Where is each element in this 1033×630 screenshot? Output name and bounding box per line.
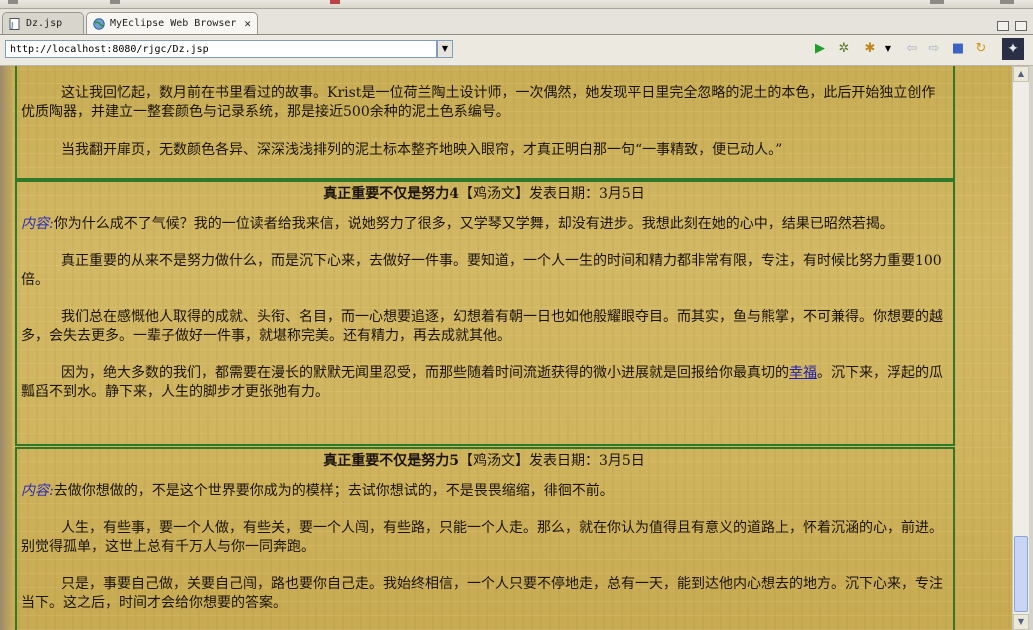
toolbar-stub <box>8 0 18 4</box>
forward-icon[interactable]: ⇨ <box>926 41 942 57</box>
server-icon[interactable]: ✱ <box>862 41 878 57</box>
scroll-down-arrow-icon[interactable]: ▼ <box>1013 614 1029 630</box>
article-title-text: 真正重要不仅是努力5 <box>323 453 459 469</box>
article-intro-text: 去做你想做的，不是这个世界要你成为的模样；去试你想试的，不是畏畏缩缩，徘徊不前。 <box>53 483 614 499</box>
editor-tab-bar: J Dz.jsp MyEclipse Web Browser ✕ <box>0 9 1033 35</box>
article-paragraph: 只是，事要自己做，关要自己闯，路也要你自己走。我始终相信，一个人只要不停地走，总… <box>21 576 943 611</box>
close-icon[interactable]: ✕ <box>244 17 251 30</box>
article-paragraph: 真正重要的从来不是努力做什么，而是沉下心来，去做好一件事。要知道，一个人一生的时… <box>21 253 942 288</box>
article-intro-text: 你为什么成不了气候？我的一位读者给我来信，说她努力了很多，又学琴又学舞，却没有进… <box>53 216 894 232</box>
run-icon[interactable]: ▶ <box>812 41 828 57</box>
article-meta: 【鸡汤文】发表日期：3月5日 <box>458 453 645 469</box>
content-label: 内容: <box>21 216 54 232</box>
window-right-edge <box>1029 66 1033 630</box>
vertical-scrollbar[interactable]: ▲ ▼ <box>1012 66 1029 630</box>
article-block: 真正重要不仅是努力5【鸡汤文】发表日期：3月5日 内容:去做你想做的，不是这个世… <box>15 447 955 630</box>
stop-icon[interactable]: ■ <box>950 41 966 57</box>
article-block: 真正重要不仅是努力4【鸡汤文】发表日期：3月5日 内容:你为什么成不了气候？我的… <box>15 180 955 446</box>
svg-text:J: J <box>10 21 13 30</box>
maximize-icon[interactable] <box>1015 21 1027 31</box>
browser-address-bar: ▼ ▶ ✲ ✱ ▼ ⇦ ⇨ ■ ↻ ✦ <box>0 35 1033 66</box>
toolbar-stub <box>930 0 944 4</box>
back-icon[interactable]: ⇦ <box>904 41 920 57</box>
article-paragraph: 我们总在感慨他人取得的成就、头衔、名目，而一心想要追逐，幻想着有朝一日也如他般耀… <box>21 309 943 344</box>
toolbar-stub <box>110 0 120 4</box>
page-left-border <box>0 66 12 630</box>
debug-icon[interactable]: ✲ <box>836 41 852 57</box>
tab-web-browser[interactable]: MyEclipse Web Browser ✕ <box>86 12 258 34</box>
url-dropdown-button[interactable]: ▼ <box>437 40 453 58</box>
paragraph-text: 因为，绝大多数的我们，都需要在漫长的默默无闻里忍受，而那些随着时间流逝获得的微小… <box>61 365 789 381</box>
article-paragraph: 这让我回忆起，数月前在书里看过的故事。Krist是一位荷兰陶土设计师，一次偶然，… <box>21 85 936 120</box>
myeclipse-logo-icon: ✦ <box>1002 38 1024 60</box>
browser-content: 这让我回忆起，数月前在书里看过的故事。Krist是一位荷兰陶土设计师，一次偶然，… <box>0 66 1012 630</box>
url-input[interactable] <box>5 40 437 58</box>
chevron-down-icon: ▼ <box>441 44 449 53</box>
globe-icon <box>93 17 105 30</box>
article-title-text: 真正重要不仅是努力4 <box>323 186 459 202</box>
article-title: 真正重要不仅是努力5【鸡汤文】发表日期：3月5日 <box>21 452 947 471</box>
chevron-down-icon[interactable]: ▼ <box>880 41 896 57</box>
happiness-link[interactable]: 幸福 <box>789 365 817 381</box>
article-meta: 【鸡汤文】发表日期：3月5日 <box>458 186 645 202</box>
workbench-toolbar-strip <box>0 0 1033 9</box>
tab-label: Dz.jsp <box>26 18 63 29</box>
article-block: 这让我回忆起，数月前在书里看过的故事。Krist是一位荷兰陶土设计师，一次偶然，… <box>15 66 955 180</box>
tab-dz-jsp[interactable]: J Dz.jsp <box>2 12 84 34</box>
minimize-icon[interactable] <box>997 21 1009 31</box>
toolbar-stub <box>1000 0 1014 4</box>
tab-label: MyEclipse Web Browser <box>110 18 237 29</box>
refresh-icon[interactable]: ↻ <box>973 41 989 57</box>
article-paragraph: 因为，绝大多数的我们，都需要在漫长的默默无闻里忍受，而那些随着时间流逝获得的微小… <box>21 364 947 402</box>
scrollbar-thumb[interactable] <box>1014 536 1028 612</box>
scroll-up-arrow-icon[interactable]: ▲ <box>1013 66 1029 82</box>
content-label: 内容: <box>21 483 54 499</box>
jsp-file-icon: J <box>9 17 20 30</box>
article-title: 真正重要不仅是努力4【鸡汤文】发表日期：3月5日 <box>21 185 947 204</box>
toolbar-stub <box>330 0 340 4</box>
article-intro: 内容:去做你想做的，不是这个世界要你成为的模样；去试你想试的，不是畏畏缩缩，徘徊… <box>21 482 947 501</box>
article-intro: 内容:你为什么成不了气候？我的一位读者给我来信，说她努力了很多，又学琴又学舞，却… <box>21 215 947 234</box>
article-paragraph: 人生，有些事，要一个人做，有些关，要一个人闯，有些路，只能一个人走。那么，就在你… <box>21 520 943 555</box>
article-paragraph: 当我翻开扉页，无数颜色各异、深深浅浅排列的泥土标本整齐地映入眼帘，才真正明白那一… <box>61 142 783 158</box>
